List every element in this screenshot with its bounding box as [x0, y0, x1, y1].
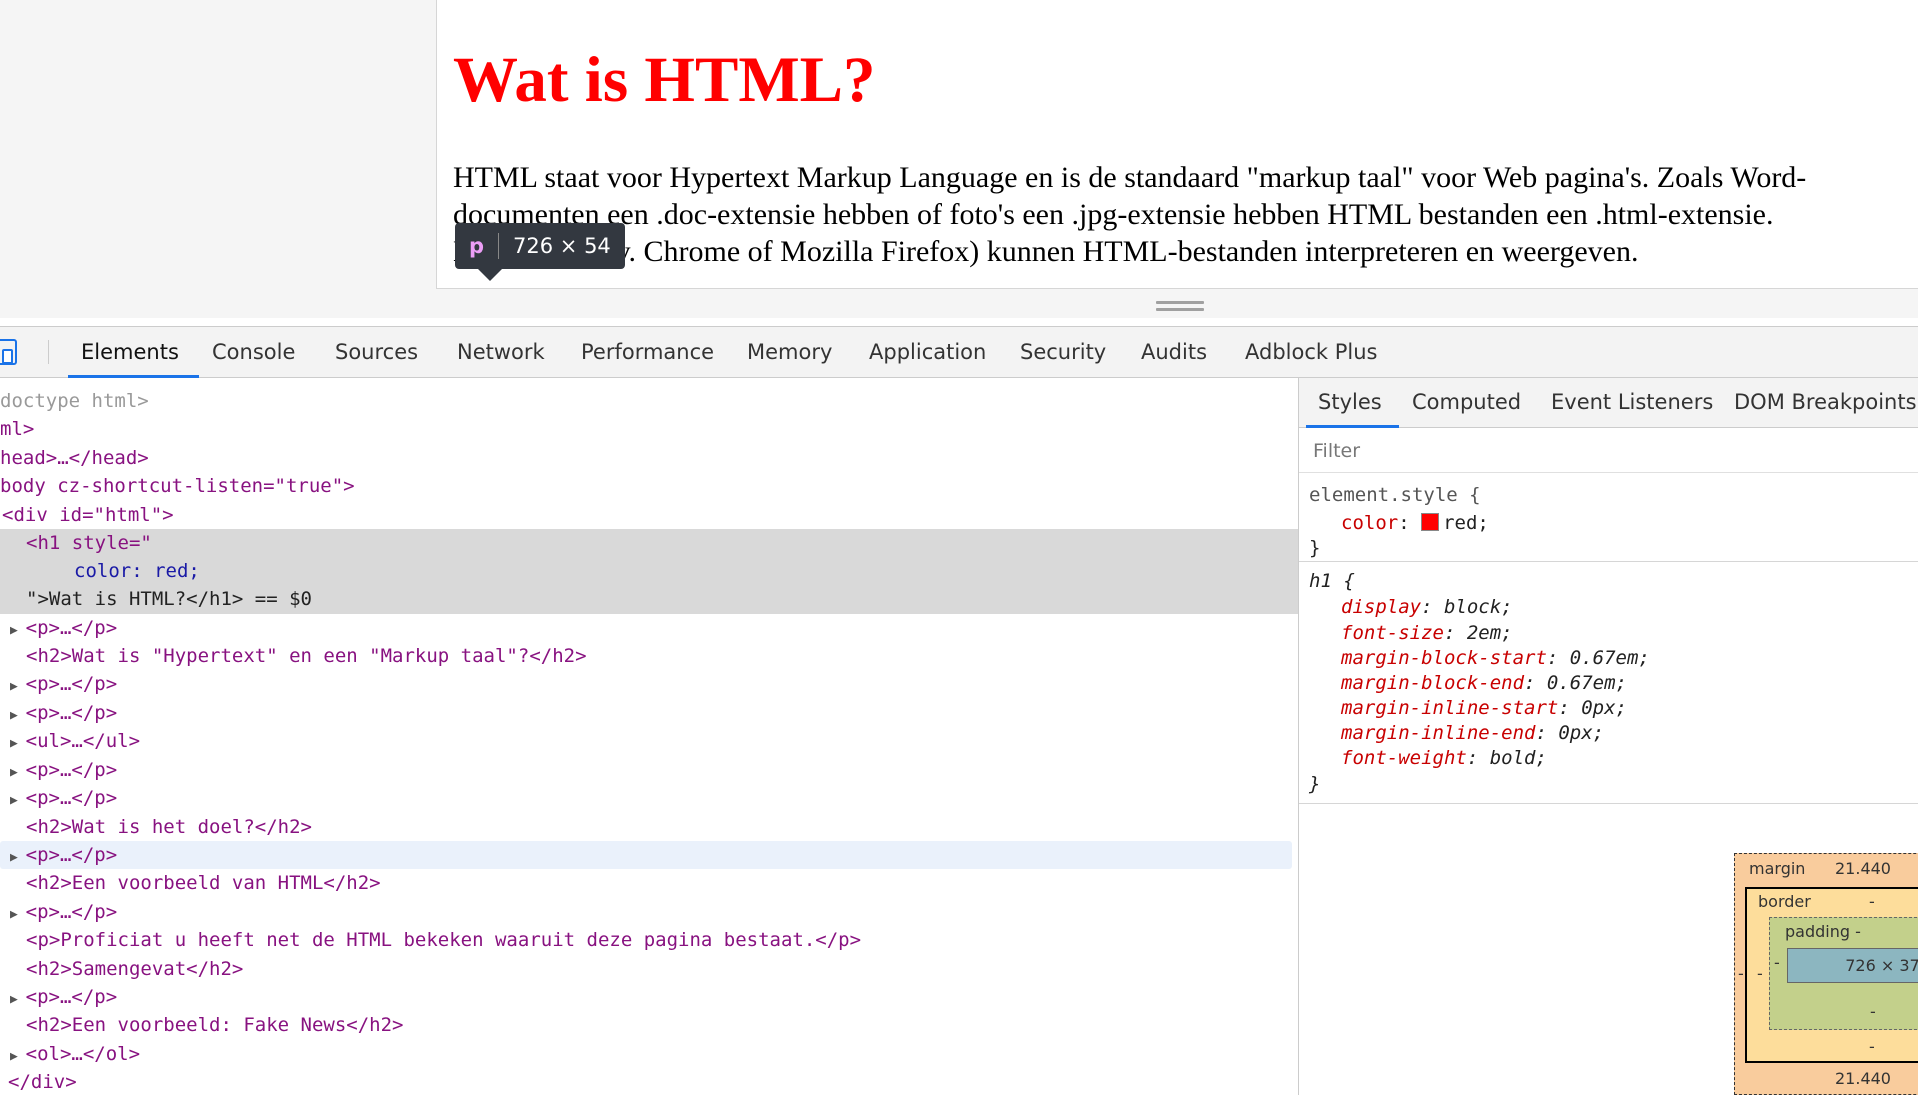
tree-node-p[interactable]: ▶ <p>…</p> [0, 614, 1298, 642]
tree-node-head[interactable]: head>…</head> [0, 444, 1298, 472]
rule-selector[interactable]: element.style { [1309, 482, 1481, 508]
styles-filter [1299, 428, 1918, 473]
padding-left-value[interactable]: - [1774, 953, 1780, 972]
tree-node-p[interactable]: ▶ <p>…</p> [0, 756, 1298, 784]
style-declaration[interactable]: margin-block-start: 0.67em; [1341, 645, 1650, 671]
tab-styles[interactable]: Styles [1306, 378, 1399, 428]
tree-node-p[interactable]: <p>Proficiat u heeft net de HTML bekeken… [0, 926, 1298, 954]
style-declaration[interactable]: font-size: 2em; [1341, 620, 1513, 646]
box-model-content[interactable]: 726 × 37 [1787, 948, 1918, 983]
tree-node-p[interactable]: ▶ <p>…</p> [0, 670, 1298, 698]
tree-node-h1-selected[interactable]: <h1 style=" color: red; ">Wat is HTML?</… [0, 529, 1298, 614]
style-declaration[interactable]: display: block; [1341, 594, 1513, 620]
tooltip-separator [498, 233, 500, 259]
style-declaration[interactable]: margin-inline-end: 0px; [1341, 720, 1604, 746]
tab-divider [48, 340, 49, 364]
tree-node-body[interactable]: body cz-shortcut-listen="true"> [0, 472, 1298, 500]
rule-selector[interactable]: h1 { [1309, 568, 1355, 594]
tab-sources[interactable]: Sources [335, 327, 418, 377]
tab-adblock-plus[interactable]: Adblock Plus [1245, 327, 1377, 377]
tab-event-listeners[interactable]: Event Listeners [1551, 378, 1713, 427]
color-swatch[interactable] [1421, 513, 1440, 531]
tree-node-p[interactable]: ▶ <p>…</p> [0, 898, 1298, 926]
tab-audits[interactable]: Audits [1141, 327, 1207, 377]
elements-tree: doctype html> ml> head>…</head> body cz-… [0, 378, 1298, 1095]
tree-node-div[interactable]: <div id="html"> [0, 501, 1298, 529]
page-heading[interactable]: Wat is HTML? [453, 40, 876, 120]
margin-top-value[interactable]: 21.440 [1835, 859, 1891, 878]
tooltip-size: 726 × 54 [513, 234, 611, 258]
devtools-panel: Elements Console Sources Network Perform… [0, 326, 1918, 1095]
rule-close: } [1309, 537, 1321, 559]
box-model-border[interactable]: border - - - padding - - - 726 × 37 [1745, 887, 1918, 1063]
styles-filter-input[interactable] [1311, 436, 1905, 466]
tab-console[interactable]: Console [212, 327, 295, 377]
border-label: border [1758, 892, 1811, 911]
margin-left-value[interactable]: - [1738, 964, 1744, 983]
style-declaration[interactable]: color: red; [1341, 510, 1489, 536]
tab-network[interactable]: Network [457, 327, 545, 377]
box-model-padding[interactable]: padding - - - 726 × 37 [1769, 917, 1918, 1030]
tree-node-html[interactable]: ml> [0, 415, 1298, 443]
page-paragraph[interactable]: HTML staat voor Hypertext Markup Languag… [453, 159, 1913, 270]
style-declaration[interactable]: margin-block-end: 0.67em; [1341, 670, 1627, 696]
paragraph-line: HTML staat voor Hypertext Markup Languag… [453, 161, 1807, 194]
tree-node-p-hovered[interactable]: ▶ <p>…</p> [0, 841, 1292, 869]
paragraph-line: Browsers (bijv. Chrome of Mozilla Firefo… [453, 235, 1639, 268]
tree-node-p[interactable]: ▶ <p>…</p> [0, 699, 1298, 727]
tree-node-ol[interactable]: ▶ <ol>…</ol> [0, 1040, 1298, 1068]
style-declaration[interactable]: margin-inline-start: 0px; [1341, 695, 1627, 721]
border-left-value[interactable]: - [1757, 964, 1763, 983]
tab-application[interactable]: Application [869, 327, 986, 377]
tree-node-ul[interactable]: ▶ <ul>…</ul> [0, 727, 1298, 755]
border-top-value[interactable]: - [1869, 892, 1875, 911]
rule-separator [1299, 803, 1918, 804]
tree-node-h2[interactable]: <h2>Wat is "Hypertext" en een "Markup ta… [0, 642, 1298, 670]
margin-label: margin [1749, 859, 1806, 878]
box-model-margin[interactable]: margin 21.440 21.440 - border - - - padd… [1734, 853, 1918, 1095]
device-toolbar-icon[interactable] [0, 339, 26, 365]
paragraph-line: documenten een .doc-extensie hebben of f… [453, 198, 1774, 231]
padding-label: padding - [1785, 922, 1861, 941]
tab-memory[interactable]: Memory [747, 327, 832, 377]
resize-handle[interactable] [1156, 301, 1204, 313]
tree-node-h2[interactable]: <h2>Wat is het doel?</h2> [0, 813, 1298, 841]
tree-node-div-close[interactable]: </div> [0, 1068, 1298, 1095]
sidebar-tab-bar: Styles Computed Event Listeners DOM Brea… [1299, 378, 1918, 428]
rendered-page: Wat is HTML? HTML staat voor Hypertext M… [436, 0, 1918, 289]
tooltip-tag: p [469, 234, 485, 258]
tab-computed[interactable]: Computed [1412, 378, 1521, 427]
page-viewport: Wat is HTML? HTML staat voor Hypertext M… [0, 0, 1918, 318]
devtools-tab-bar: Elements Console Sources Network Perform… [0, 327, 1918, 378]
border-bottom-value[interactable]: - [1869, 1037, 1875, 1056]
tab-dom-breakpoints[interactable]: DOM Breakpoints [1734, 378, 1917, 427]
tree-node-h2[interactable]: <h2>Een voorbeeld van HTML</h2> [0, 869, 1298, 897]
tab-elements[interactable]: Elements [68, 327, 199, 378]
tree-node-doctype[interactable]: doctype html> [0, 387, 1298, 415]
tree-node-p[interactable]: ▶ <p>…</p> [0, 784, 1298, 812]
rule-close: } [1309, 773, 1321, 795]
margin-bottom-value[interactable]: 21.440 [1835, 1069, 1891, 1088]
rule-separator [1299, 561, 1918, 562]
tree-node-h2[interactable]: <h2>Een voorbeeld: Fake News</h2> [0, 1011, 1298, 1039]
tooltip-arrow [478, 269, 502, 281]
element-inspect-tooltip: p 726 × 54 [455, 223, 625, 269]
tree-node-h2[interactable]: <h2>Samengevat</h2> [0, 955, 1298, 983]
tab-performance[interactable]: Performance [581, 327, 714, 377]
style-declaration[interactable]: font-weight: bold; [1341, 745, 1547, 771]
padding-bottom-value[interactable]: - [1870, 1002, 1876, 1021]
tab-security[interactable]: Security [1020, 327, 1106, 377]
tree-node-p[interactable]: ▶ <p>…</p> [0, 983, 1298, 1011]
